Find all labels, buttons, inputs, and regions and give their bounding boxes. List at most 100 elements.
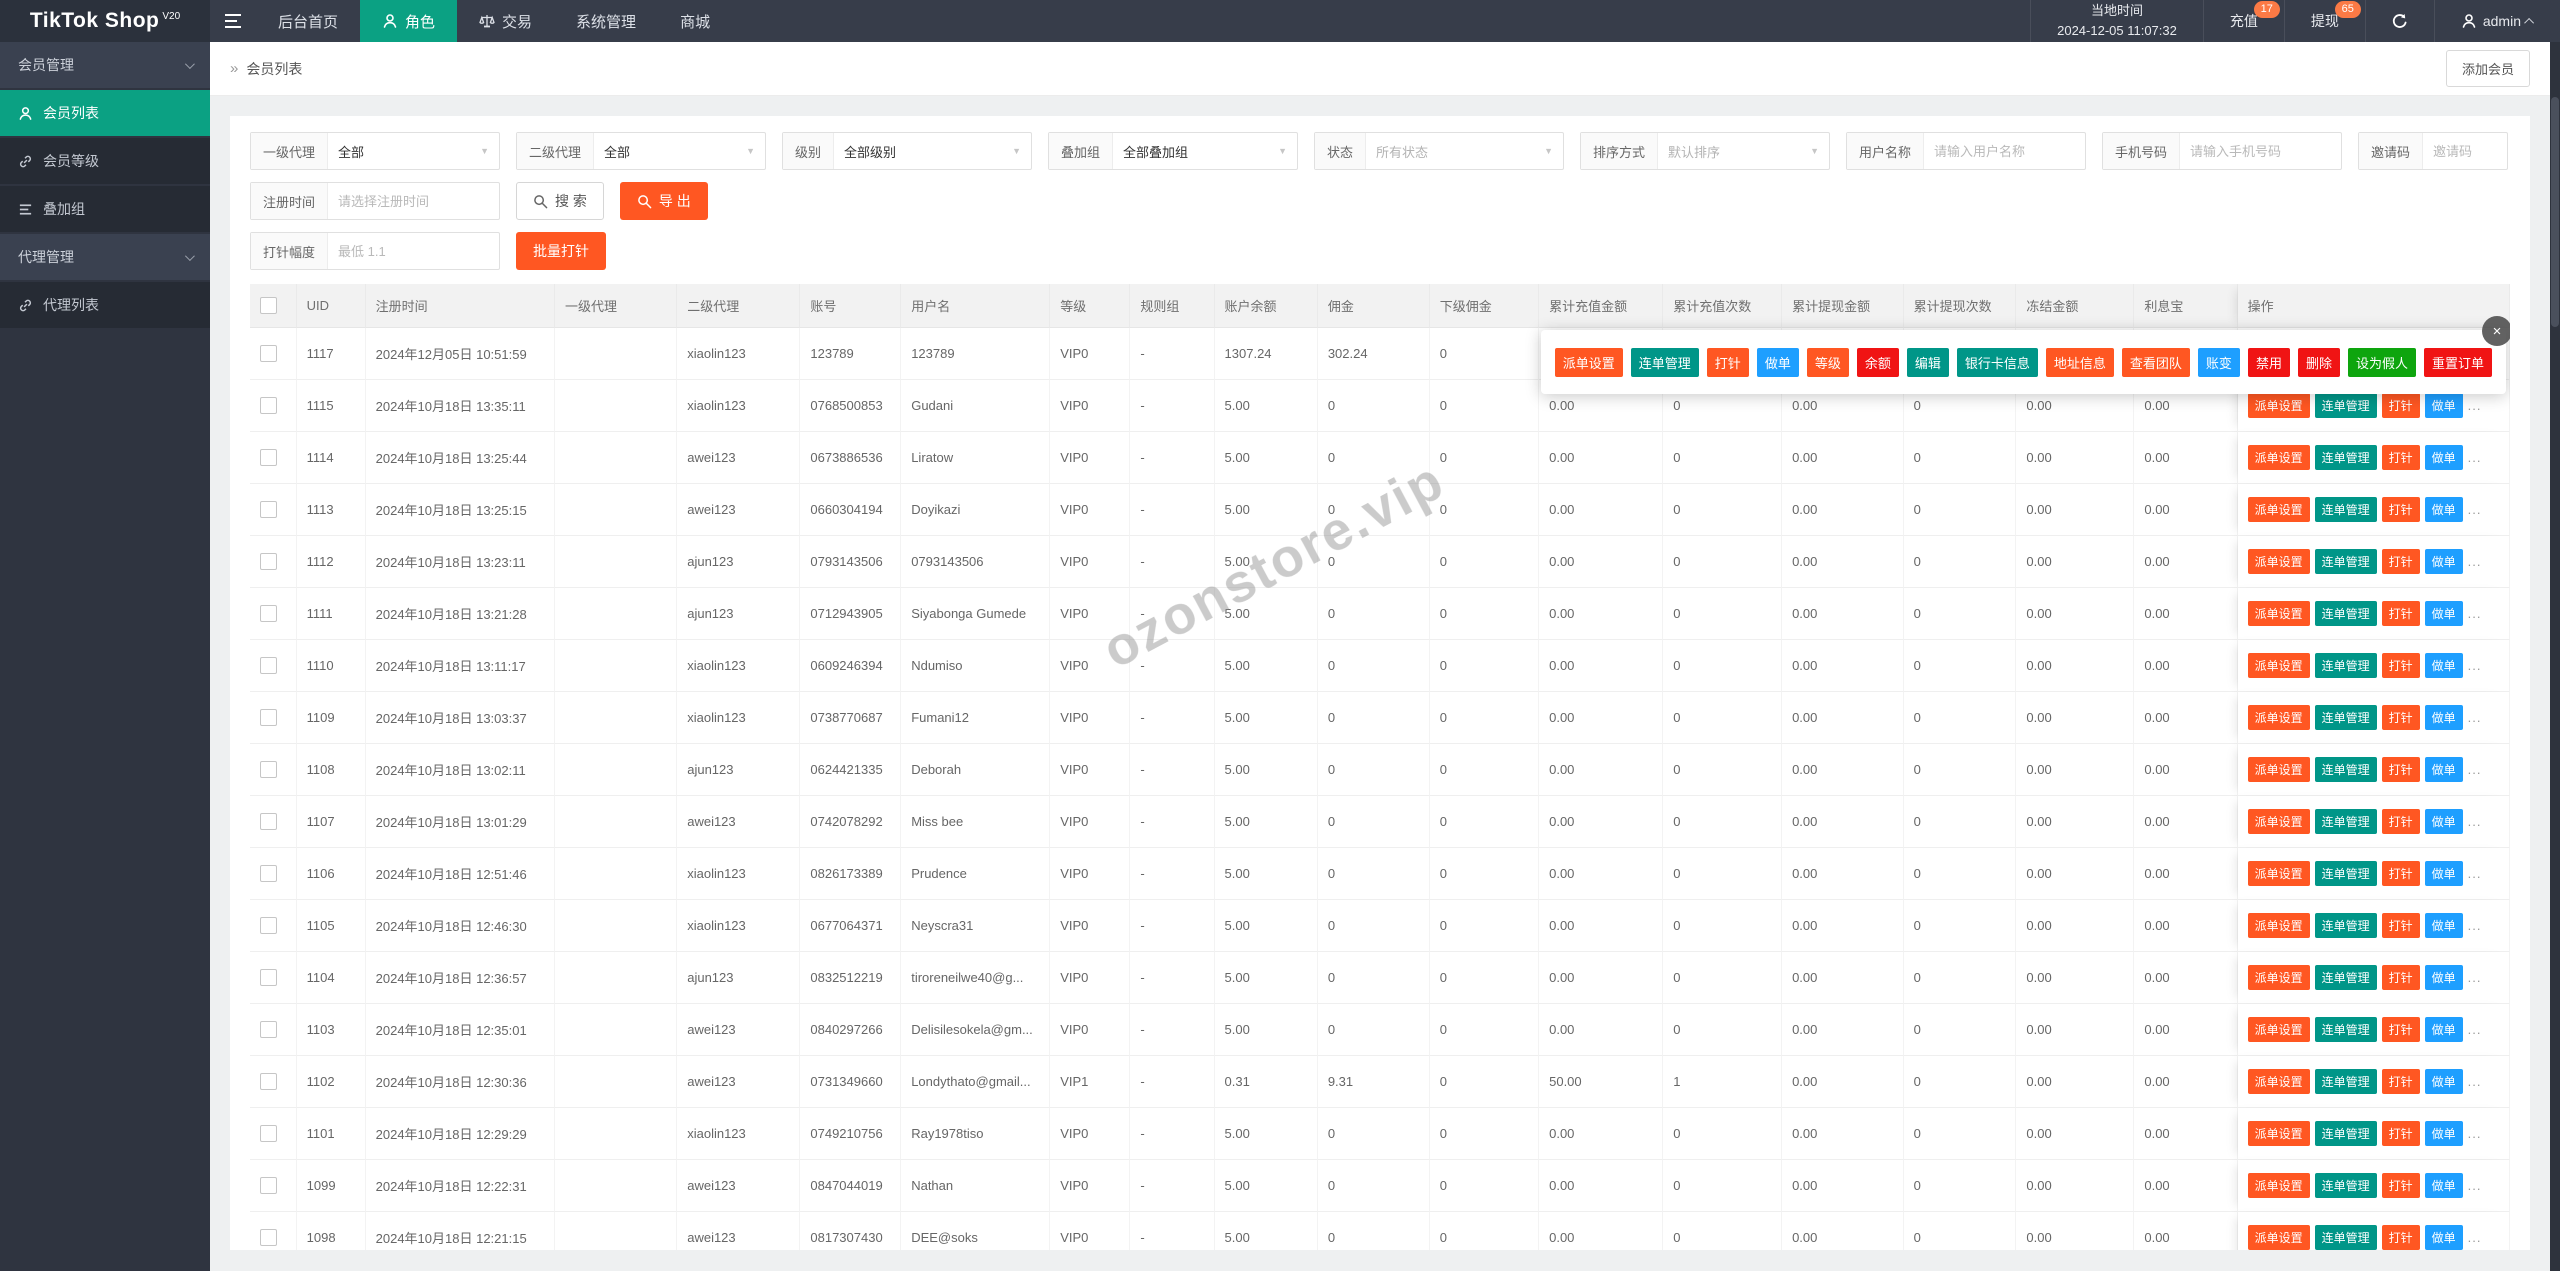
row-checkbox[interactable] <box>260 553 277 570</box>
popup-action-等级[interactable]: 等级 <box>1807 348 1849 377</box>
row-checkbox[interactable] <box>260 761 277 778</box>
row-action-打针[interactable]: 打针 <box>2382 809 2420 834</box>
row-checkbox[interactable] <box>260 813 277 830</box>
sidebar-item-代理列表[interactable]: 代理列表 <box>0 282 210 328</box>
row-more-actions[interactable]: ... <box>2468 710 2482 725</box>
row-action-连单管理[interactable]: 连单管理 <box>2315 1069 2377 1094</box>
row-action-做单[interactable]: 做单 <box>2425 497 2463 522</box>
row-checkbox[interactable] <box>260 605 277 622</box>
row-checkbox[interactable] <box>260 397 277 414</box>
row-action-连单管理[interactable]: 连单管理 <box>2315 393 2377 418</box>
search-button[interactable]: 搜 索 <box>516 182 604 220</box>
row-action-打针[interactable]: 打针 <box>2382 1121 2420 1146</box>
row-action-做单[interactable]: 做单 <box>2425 861 2463 886</box>
row-action-打针[interactable]: 打针 <box>2382 1225 2420 1250</box>
filter-select-3[interactable]: 级别全部级别▼ <box>782 132 1032 170</box>
row-action-连单管理[interactable]: 连单管理 <box>2315 1017 2377 1042</box>
row-action-打针[interactable]: 打针 <box>2382 705 2420 730</box>
filter-input-1[interactable]: 用户名称 <box>1846 132 2086 170</box>
filter-input-2[interactable]: 手机号码 <box>2102 132 2342 170</box>
row-action-连单管理[interactable]: 连单管理 <box>2315 445 2377 470</box>
batch-inject-button[interactable]: 批量打针 <box>516 232 606 270</box>
row-action-派单设置[interactable]: 派单设置 <box>2248 913 2310 938</box>
row-more-actions[interactable]: ... <box>2468 554 2482 569</box>
sidebar-group-1[interactable]: 会员管理 <box>0 42 210 88</box>
nav-item-4[interactable]: 系统管理 <box>554 0 658 42</box>
row-action-做单[interactable]: 做单 <box>2425 1173 2463 1198</box>
row-action-打针[interactable]: 打针 <box>2382 1017 2420 1042</box>
filter-input-field[interactable] <box>2180 133 2341 169</box>
row-checkbox[interactable] <box>260 345 277 362</box>
row-action-连单管理[interactable]: 连单管理 <box>2315 497 2377 522</box>
row-action-派单设置[interactable]: 派单设置 <box>2248 965 2310 990</box>
row-action-打针[interactable]: 打针 <box>2382 445 2420 470</box>
row-action-派单设置[interactable]: 派单设置 <box>2248 1121 2310 1146</box>
row-action-做单[interactable]: 做单 <box>2425 965 2463 990</box>
filter-select-1[interactable]: 一级代理全部▼ <box>250 132 500 170</box>
popup-action-查看团队[interactable]: 查看团队 <box>2122 348 2190 377</box>
sidebar-group-2[interactable]: 代理管理 <box>0 234 210 280</box>
sidebar-item-会员等级[interactable]: 会员等级 <box>0 138 210 184</box>
inject-range-field[interactable]: 打针幅度 <box>250 232 500 270</box>
filter-input-field[interactable] <box>1924 133 2085 169</box>
add-member-button[interactable]: 添加会员 <box>2446 50 2530 87</box>
popup-action-账变[interactable]: 账变 <box>2198 348 2240 377</box>
row-more-actions[interactable]: ... <box>2468 1178 2482 1193</box>
row-action-派单设置[interactable]: 派单设置 <box>2248 653 2310 678</box>
sidebar-item-会员列表[interactable]: 会员列表 <box>0 90 210 136</box>
row-action-连单管理[interactable]: 连单管理 <box>2315 757 2377 782</box>
popup-action-做单[interactable]: 做单 <box>1757 348 1799 377</box>
row-action-打针[interactable]: 打针 <box>2382 653 2420 678</box>
row-action-做单[interactable]: 做单 <box>2425 653 2463 678</box>
popup-action-连单管理[interactable]: 连单管理 <box>1631 348 1699 377</box>
row-more-actions[interactable]: ... <box>2468 450 2482 465</box>
row-more-actions[interactable]: ... <box>2468 398 2482 413</box>
row-action-打针[interactable]: 打针 <box>2382 1069 2420 1094</box>
row-checkbox[interactable] <box>260 1125 277 1142</box>
select-all-checkbox[interactable] <box>260 297 277 314</box>
row-action-派单设置[interactable]: 派单设置 <box>2248 705 2310 730</box>
scrollbar-thumb[interactable] <box>2551 97 2559 327</box>
popup-action-地址信息[interactable]: 地址信息 <box>2046 348 2114 377</box>
row-more-actions[interactable]: ... <box>2468 866 2482 881</box>
sidebar-item-叠加组[interactable]: 叠加组 <box>0 186 210 232</box>
filter-input-field[interactable] <box>2423 133 2507 169</box>
row-more-actions[interactable]: ... <box>2468 970 2482 985</box>
row-more-actions[interactable]: ... <box>2468 606 2482 621</box>
row-more-actions[interactable]: ... <box>2468 814 2482 829</box>
row-checkbox[interactable] <box>260 917 277 934</box>
row-more-actions[interactable]: ... <box>2468 1022 2482 1037</box>
user-menu[interactable]: admin <box>2435 0 2560 42</box>
row-action-打针[interactable]: 打针 <box>2382 757 2420 782</box>
row-action-做单[interactable]: 做单 <box>2425 1225 2463 1250</box>
nav-item-3[interactable]: 交易 <box>457 0 554 42</box>
row-action-做单[interactable]: 做单 <box>2425 913 2463 938</box>
row-action-派单设置[interactable]: 派单设置 <box>2248 1069 2310 1094</box>
popup-close-button[interactable]: × <box>2482 316 2510 346</box>
nav-item-5[interactable]: 商城 <box>658 0 732 42</box>
nav-item-1[interactable]: 后台首页 <box>256 0 360 42</box>
row-checkbox[interactable] <box>260 709 277 726</box>
row-checkbox[interactable] <box>260 1073 277 1090</box>
row-checkbox[interactable] <box>260 657 277 674</box>
row-action-连单管理[interactable]: 连单管理 <box>2315 861 2377 886</box>
row-more-actions[interactable]: ... <box>2468 762 2482 777</box>
row-action-派单设置[interactable]: 派单设置 <box>2248 1173 2310 1198</box>
row-action-做单[interactable]: 做单 <box>2425 809 2463 834</box>
row-action-连单管理[interactable]: 连单管理 <box>2315 705 2377 730</box>
row-action-派单设置[interactable]: 派单设置 <box>2248 393 2310 418</box>
inject-range-input[interactable] <box>328 233 499 269</box>
row-action-派单设置[interactable]: 派单设置 <box>2248 497 2310 522</box>
row-action-打针[interactable]: 打针 <box>2382 913 2420 938</box>
row-action-派单设置[interactable]: 派单设置 <box>2248 549 2310 574</box>
filter-select-6[interactable]: 排序方式默认排序▼ <box>1580 132 1830 170</box>
row-more-actions[interactable]: ... <box>2468 502 2482 517</box>
filter-select-2[interactable]: 二级代理全部▼ <box>516 132 766 170</box>
row-checkbox[interactable] <box>260 1229 277 1246</box>
row-action-派单设置[interactable]: 派单设置 <box>2248 861 2310 886</box>
row-action-打针[interactable]: 打针 <box>2382 497 2420 522</box>
popup-action-编辑[interactable]: 编辑 <box>1907 348 1949 377</box>
row-action-连单管理[interactable]: 连单管理 <box>2315 1173 2377 1198</box>
row-action-做单[interactable]: 做单 <box>2425 757 2463 782</box>
popup-action-余额[interactable]: 余额 <box>1857 348 1899 377</box>
